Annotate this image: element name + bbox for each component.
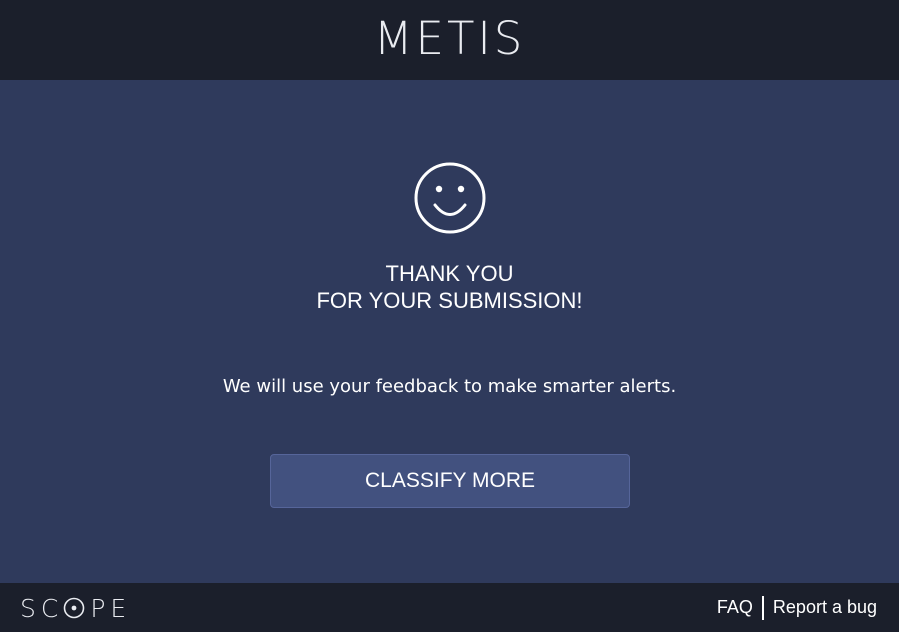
app-header: METIS: [0, 0, 899, 80]
scope-logo-text-start: SC: [20, 593, 64, 623]
faq-link[interactable]: FAQ: [717, 597, 753, 618]
metis-logo: METIS: [373, 12, 526, 65]
app-footer: SC PE FAQ Report a bug: [0, 583, 899, 632]
thank-you-heading: THANK YOU FOR YOUR SUBMISSION!: [0, 260, 899, 314]
report-bug-link[interactable]: Report a bug: [773, 597, 877, 618]
scope-logo: SC PE: [20, 591, 131, 625]
thank-you-line-1: THANK YOU: [385, 261, 514, 286]
smiley-face-icon: [414, 162, 486, 234]
classify-more-button[interactable]: CLASSIFY MORE: [270, 454, 630, 508]
main-content: THANK YOU FOR YOUR SUBMISSION! We will u…: [0, 80, 899, 583]
feedback-message: We will use your feedback to make smarte…: [222, 376, 677, 397]
scope-logo-text-end: PE: [90, 593, 132, 623]
footer-link-divider: [761, 595, 764, 620]
scope-target-icon: [64, 597, 85, 619]
footer-links: FAQ Report a bug: [717, 583, 877, 632]
thank-you-line-2: FOR YOUR SUBMISSION!: [316, 288, 583, 313]
